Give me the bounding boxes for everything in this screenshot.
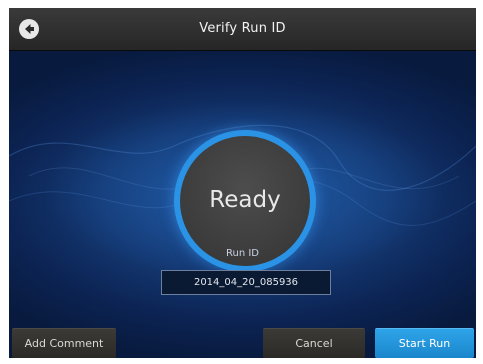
status-indicator: Ready xyxy=(180,136,310,266)
run-id-label: Run ID xyxy=(225,248,259,259)
cancel-button[interactable]: Cancel xyxy=(263,328,365,358)
status-text: Ready xyxy=(209,187,281,213)
verify-run-screen: Verify Run ID Ready Run ID 2014_04_20_08… xyxy=(9,8,476,358)
run-id-field[interactable]: 2014_04_20_085936 xyxy=(161,270,331,295)
back-button[interactable] xyxy=(19,19,39,39)
title-bar: Verify Run ID xyxy=(9,8,476,51)
page-title: Verify Run ID xyxy=(199,21,286,36)
background-panel: Ready xyxy=(9,51,476,358)
arrow-left-icon xyxy=(25,24,34,34)
add-comment-button[interactable]: Add Comment xyxy=(12,328,116,358)
start-run-button[interactable]: Start Run xyxy=(375,328,474,358)
